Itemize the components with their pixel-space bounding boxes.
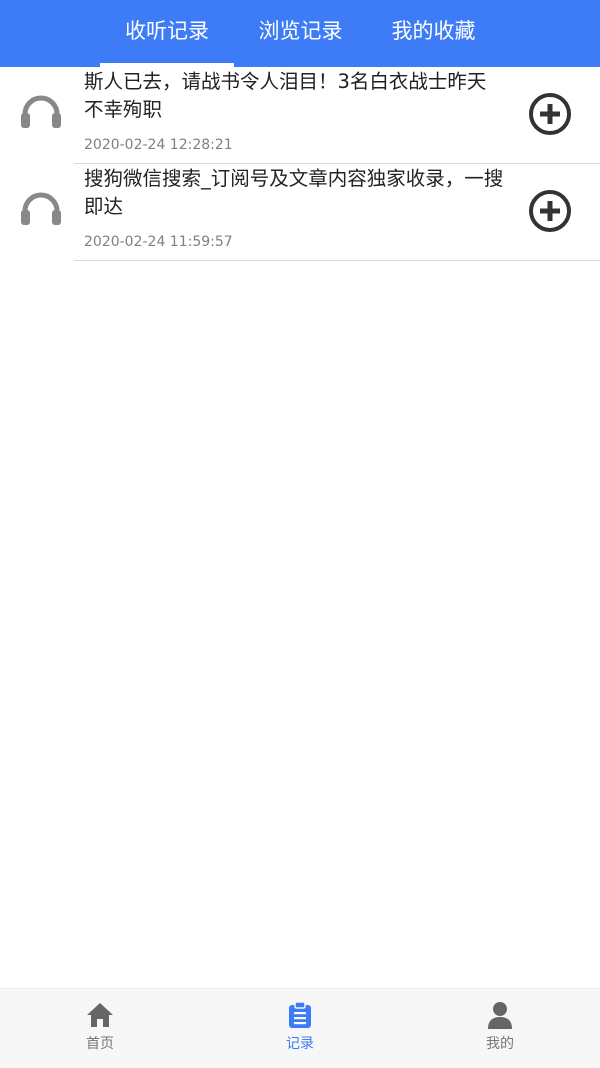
nav-label-home: 首页 [86, 1036, 114, 1052]
nav-item-home[interactable]: 首页 [0, 989, 200, 1068]
nav-label-records: 记录 [286, 1036, 314, 1052]
item-timestamp: 2020-02-24 12:28:21 [84, 137, 233, 153]
top-tab-bar: 收听记录 浏览记录 我的收藏 [0, 0, 600, 67]
item-title: 斯人已去，请战书令人泪目！3名白衣战士昨天不幸殉职 [84, 70, 487, 121]
plus-circle-icon[interactable] [528, 189, 572, 233]
list-item[interactable]: 搜狗微信搜索_订阅号及文章内容独家收录，一搜即达 2020-02-24 11:5… [0, 164, 600, 261]
tab-my-favorites[interactable]: 我的收藏 [367, 0, 500, 67]
clipboard-icon [289, 1001, 311, 1028]
nav-label-mine: 我的 [486, 1036, 514, 1052]
headphones-icon [21, 95, 61, 128]
item-timestamp: 2020-02-24 11:59:57 [84, 234, 233, 250]
list-item[interactable]: 斯人已去，请战书令人泪目！3名白衣战士昨天不幸殉职 2020-02-24 12:… [0, 67, 600, 164]
home-icon [87, 1003, 113, 1027]
history-list: 斯人已去，请战书令人泪目！3名白衣战士昨天不幸殉职 2020-02-24 12:… [0, 67, 600, 261]
nav-item-records[interactable]: 记录 [200, 989, 400, 1068]
headphones-icon [21, 192, 61, 225]
plus-circle-icon[interactable] [528, 92, 572, 136]
tab-browse-history[interactable]: 浏览记录 [234, 0, 367, 67]
tab-listen-history[interactable]: 收听记录 [100, 0, 234, 67]
nav-item-mine[interactable]: 我的 [400, 989, 600, 1068]
user-icon [488, 1002, 512, 1029]
row-divider [74, 260, 600, 261]
item-title: 搜狗微信搜索_订阅号及文章内容独家收录，一搜即达 [84, 167, 504, 218]
bottom-nav-bar: 首页 记录 我的 [0, 988, 600, 1068]
